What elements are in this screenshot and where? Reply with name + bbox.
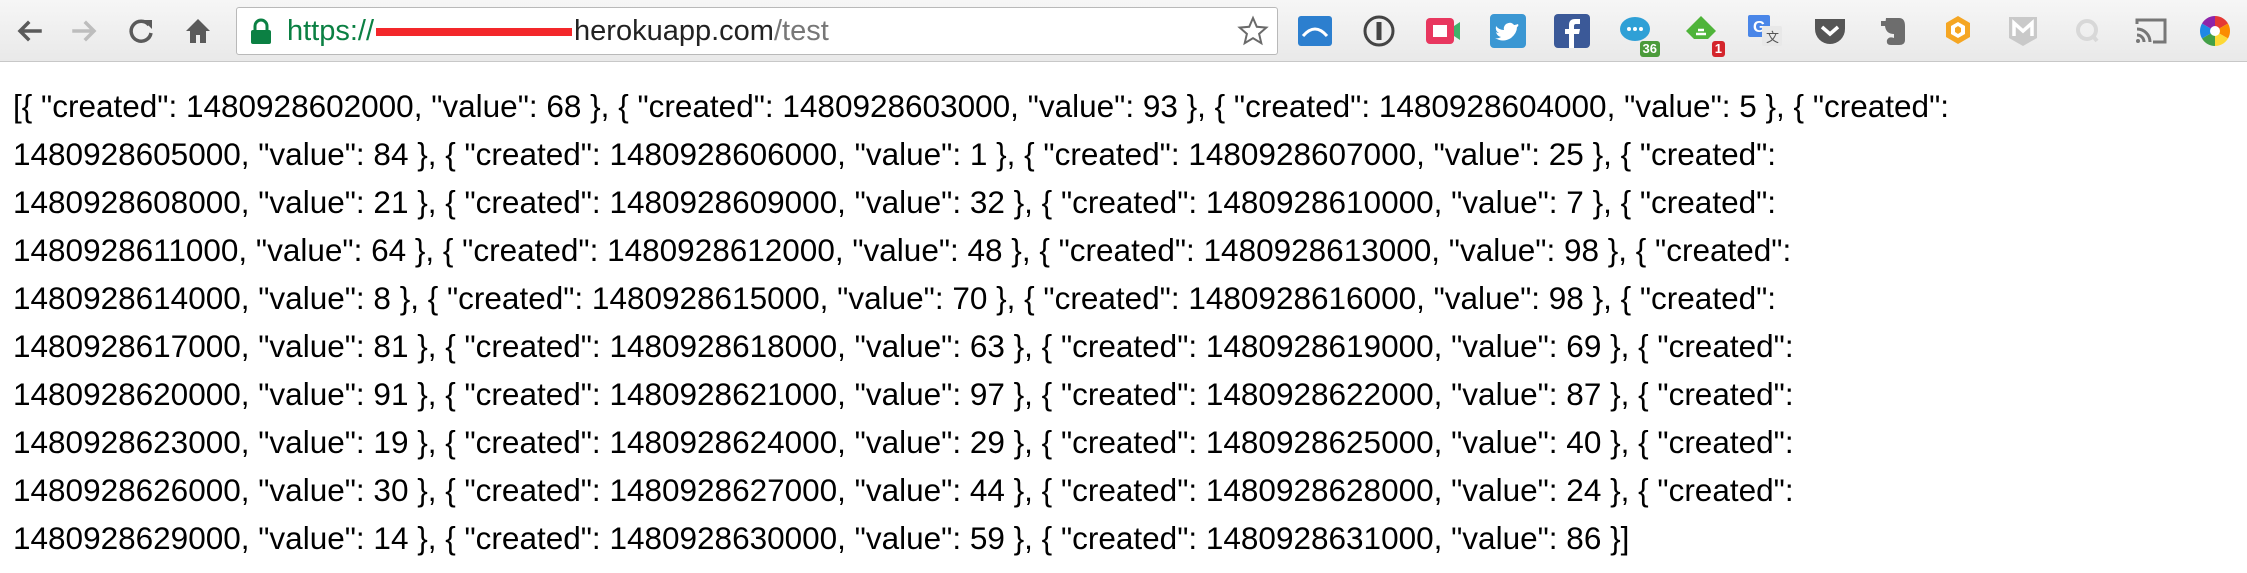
reload-button[interactable]	[122, 12, 160, 50]
json-text-line: 1480928617000, "value": 81 }, { "created…	[13, 328, 1794, 364]
extension-evernote-icon[interactable]	[1874, 11, 1914, 51]
json-text-line: 1480928614000, "value": 8 }, { "created"…	[13, 280, 1777, 316]
reload-icon	[129, 19, 153, 43]
bookmark-star-icon[interactable]	[1237, 15, 1269, 52]
forward-button[interactable]	[66, 12, 104, 50]
badge-count: 36	[1639, 41, 1660, 57]
json-text-line: 1480928608000, "value": 21 }, { "created…	[13, 184, 1777, 220]
json-text-line: 1480928605000, "value": 84 }, { "created…	[13, 136, 1777, 172]
json-text-line: [{ "created": 1480928602000, "value": 68…	[13, 88, 1950, 124]
extension-twitter-icon[interactable]	[1488, 11, 1528, 51]
back-button[interactable]	[10, 12, 48, 50]
extension-folder-icon[interactable]	[1295, 11, 1335, 51]
json-response-body: [{ "created": 1480928602000, "value": 68…	[13, 82, 2233, 562]
extension-color-wheel-icon[interactable]	[2195, 11, 2235, 51]
json-text-line: 1480928611000, "value": 64 }, { "created…	[13, 232, 1792, 268]
extension-chat-icon[interactable]: 36	[1616, 11, 1660, 57]
json-text-line: 1480928629000, "value": 14 }, { "created…	[13, 520, 1630, 556]
extension-mailtrack-icon[interactable]	[2003, 11, 2043, 51]
url-path: /test	[773, 15, 829, 47]
home-button[interactable]	[179, 12, 217, 50]
badge-count: 1	[1711, 41, 1725, 57]
json-text-line: 1480928626000, "value": 30 }, { "created…	[13, 472, 1794, 508]
extension-pocket-icon[interactable]	[1810, 11, 1850, 51]
extension-search-icon[interactable]	[2067, 11, 2107, 51]
home-icon	[186, 19, 210, 43]
svg-text:文: 文	[1766, 31, 1779, 46]
forward-icon	[72, 20, 97, 42]
lock-icon[interactable]	[249, 18, 273, 51]
json-text-line: 1480928623000, "value": 19 }, { "created…	[13, 424, 1794, 460]
extension-google-translate-icon[interactable]: G文	[1745, 11, 1785, 51]
redaction-mark	[376, 28, 573, 37]
extension-feedly-icon[interactable]: 1	[1681, 11, 1725, 57]
extension-bee-icon[interactable]	[1938, 11, 1978, 51]
address-bar[interactable]: https:// herokuapp.com/test	[236, 7, 1278, 55]
json-text-line: 1480928620000, "value": 91 }, { "created…	[13, 376, 1794, 412]
url-host: herokuapp.com	[574, 15, 774, 47]
extension-1password-icon[interactable]	[1359, 11, 1399, 51]
back-icon	[17, 20, 42, 42]
extension-cast-icon[interactable]	[2131, 11, 2171, 51]
url-separator: ://	[349, 15, 375, 47]
url-scheme: https	[287, 15, 350, 47]
browser-toolbar: https:// herokuapp.com/test 36 1 G文	[0, 0, 2247, 62]
extension-facebook-icon[interactable]	[1552, 11, 1592, 51]
url-text[interactable]: https:// herokuapp.com/test	[287, 8, 829, 54]
extension-camera-icon[interactable]	[1423, 11, 1463, 51]
